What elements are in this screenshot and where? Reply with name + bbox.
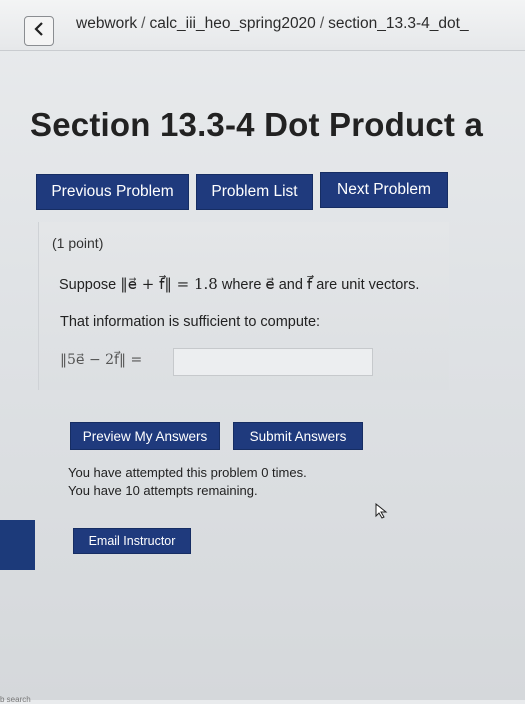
mouse-pointer-icon	[375, 502, 389, 519]
top-bar: webwork / calc_iii_heo_spring2020/section_…	[0, 0, 525, 51]
and-text: and	[278, 277, 303, 293]
where-text: where	[221, 277, 262, 293]
suppose-text: Suppose	[59, 277, 117, 293]
back-button[interactable]	[24, 16, 54, 46]
unit-vectors-text: are unit vectors.	[316, 277, 420, 293]
breadcrumb-webwork[interactable]: webwork	[76, 15, 137, 32]
side-panel-edge	[0, 520, 35, 570]
email-instructor-button[interactable]: Email Instructor	[73, 528, 191, 554]
vector-f: f⃗	[306, 275, 313, 293]
problem-list-button[interactable]: Problem List	[196, 174, 313, 210]
attempts-made-text: You have attempted this problem 0 times.	[68, 465, 307, 480]
chevron-left-icon	[33, 21, 45, 41]
answer-input[interactable]	[173, 348, 373, 376]
vector-e: e⃗	[265, 275, 275, 293]
breadcrumb: webwork / calc_iii_heo_spring2020/section_…	[76, 15, 525, 33]
submit-answers-button[interactable]: Submit Answers	[233, 422, 363, 450]
page-title: Section 13.3-4 Dot Product a	[30, 106, 484, 143]
attempts-info: You have attempted this problem 0 times.…	[68, 464, 307, 500]
breadcrumb-section[interactable]: section_13.3-4_dot_	[328, 15, 468, 32]
problem-statement: Suppose ‖e⃗ + f⃗‖ = 1.8 where e⃗ and f⃗ …	[59, 275, 419, 293]
points-label: (1 point)	[52, 235, 104, 251]
info-text: That information is sufficient to comput…	[60, 314, 321, 330]
breadcrumb-separator: /	[319, 15, 325, 32]
breadcrumb-course[interactable]: calc_iii_heo_spring2020	[149, 15, 315, 32]
compute-expression: ‖5e⃗ − 2f⃗‖ =	[60, 352, 143, 368]
norm-expression: ‖e⃗ + f⃗‖ = 1.8	[120, 275, 218, 293]
attempts-remaining-text: You have 10 attempts remaining.	[68, 483, 258, 498]
preview-answers-button[interactable]: Preview My Answers	[70, 422, 220, 450]
breadcrumb-separator: /	[141, 15, 146, 32]
next-problem-button[interactable]: Next Problem	[320, 172, 448, 208]
previous-problem-button[interactable]: Previous Problem	[36, 174, 189, 210]
